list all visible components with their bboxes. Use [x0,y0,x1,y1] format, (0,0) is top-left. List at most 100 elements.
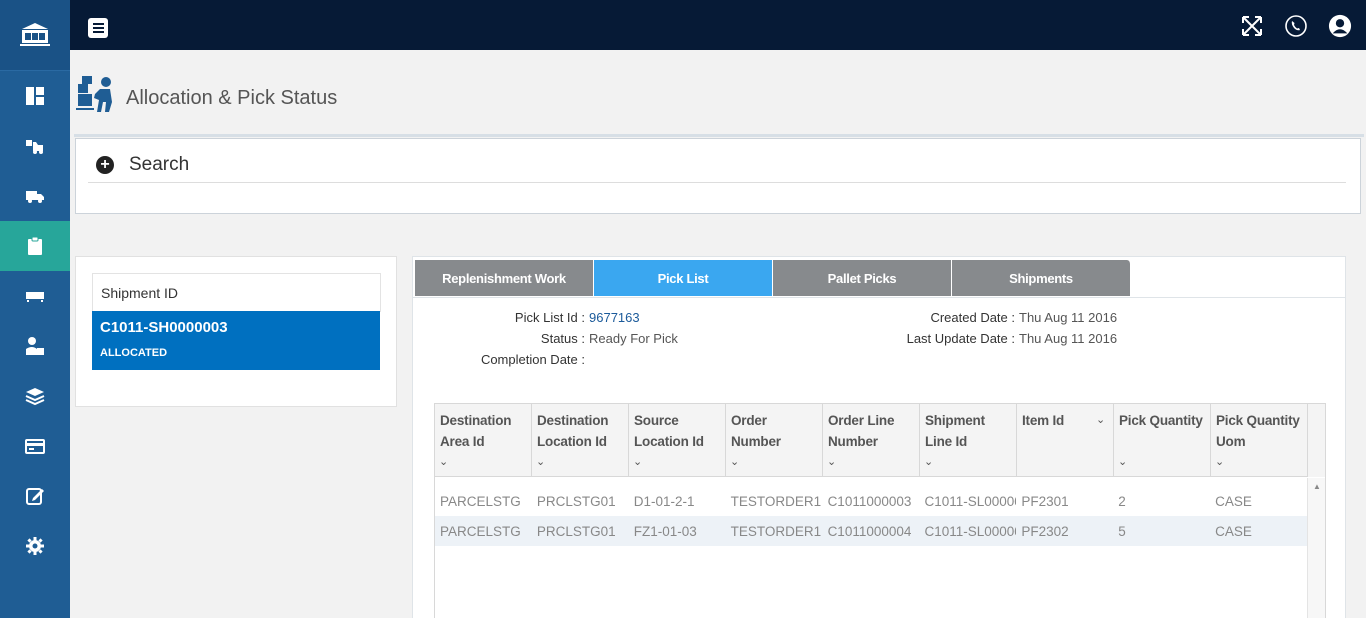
gear-icon [26,537,44,555]
tab-replenishment-work[interactable]: Replenishment Work [415,260,594,296]
shipment-id: C1011-SH0000003 [100,319,228,336]
sidebar-item-orders[interactable] [0,221,70,271]
menu-line [92,27,104,29]
sidebar-item-labor[interactable] [0,321,70,371]
grid-header: Destination Area Id ⌄ Destination Locatio… [435,404,1325,477]
chevron-down-icon: ⌄ [1215,456,1225,468]
created-date-label: Created Date : [930,310,1015,325]
completion-date-label: Completion Date : [480,352,585,367]
column-header-order-number[interactable]: Order Number ⌄ [726,404,823,477]
table-cell: C1011000003 [827,494,912,509]
grid-body: PARCELSTG PRCLSTG01 D1-01-2-1 TESTORDER1… [435,478,1307,546]
table-cell: PARCELSTG [440,524,521,539]
chevron-down-icon: ⌄ [730,456,740,468]
table-cell: PRCLSTG01 [536,494,616,509]
table-cell: C1011-SL00000 [924,494,1017,509]
column-header-pick-quantity[interactable]: Pick Quantity ⌄ [1114,404,1211,477]
vertical-scrollbar[interactable]: ▲ [1307,478,1325,618]
dock-icon [26,292,44,302]
column-title: Shipment Line Id [925,413,985,449]
sidebar-item-dock[interactable] [0,271,70,321]
sidebar-item-inventory[interactable] [0,371,70,421]
table-cell: CASE [1215,524,1252,539]
table-row[interactable]: PARCELSTG PRCLSTG01 D1-01-2-1 TESTORDER1… [435,486,1307,516]
column-header-destination-location[interactable]: Destination Location Id ⌄ [532,404,629,477]
column-header-item-id[interactable]: Item Id ⌄ [1017,404,1114,477]
column-title: Order Number [731,413,781,449]
menu-line [92,23,104,25]
column-header-shipment-line-id[interactable]: Shipment Line Id ⌄ [920,404,1017,477]
pick-list-id-value: 9677163 [589,310,640,325]
table-cell: FZ1-01-03 [633,524,697,539]
chevron-down-icon: ⌄ [827,456,837,468]
table-row[interactable]: PARCELSTG PRCLSTG01 FZ1-01-03 TESTORDER1… [435,516,1307,546]
sidebar-item-settings[interactable] [0,521,70,571]
table-cell: PRCLSTG01 [536,524,616,539]
chevron-down-icon: ⌄ [924,456,934,468]
sidebar-item-edit[interactable] [0,471,70,521]
table-cell: PF2302 [1021,524,1069,539]
search-toggle[interactable]: + Search [88,152,1346,183]
chevron-down-icon: ⌄ [439,456,449,468]
page-header: Allocation & Pick Status [74,72,1364,134]
tab-bar: Replenishment Work Pick List Pallet Pick… [415,260,1131,296]
column-title: Pick Quantity Uom [1216,413,1300,449]
page-title: Allocation & Pick Status [126,87,338,109]
sidebar-item-replenishment[interactable] [0,121,70,171]
phone-icon [1285,15,1307,37]
column-title: Destination Location Id [537,413,609,449]
dashboard-icon [26,87,44,105]
created-date-value: Thu Aug 11 2016 [1019,310,1118,325]
plus-circle-icon: + [96,156,114,174]
column-title: Source Location Id [634,413,704,449]
picker-icon [76,76,112,112]
truck-icon [26,191,44,203]
sidebar-item-dashboard[interactable] [0,71,70,121]
search-panel: + Search [75,138,1361,214]
column-title: Pick Quantity [1119,413,1203,428]
header-divider [74,134,1364,137]
sort-chevron-icon: ⌄ [1095,414,1105,426]
column-title: Item Id [1022,413,1065,428]
pick-list-grid: Destination Area Id ⌄ Destination Locatio… [434,403,1326,618]
user-button[interactable] [1328,14,1352,38]
header-scroll-spacer [1308,404,1325,477]
top-icons [1240,14,1352,38]
column-header-pick-quantity-uom[interactable]: Pick Quantity Uom ⌄ [1211,404,1308,477]
table-cell: C1011-SL00000 [924,524,1017,539]
warehouse-logo-icon [20,23,50,46]
sidebar [0,0,70,618]
shipment-panel: Shipment ID C1011-SH0000003 ALLOCATED [75,256,397,407]
status-label: Status : [540,331,585,346]
pick-list-id-label: Pick List Id : [514,310,585,325]
tab-pick-list[interactable]: Pick List [594,260,773,296]
fullscreen-button[interactable] [1240,14,1264,38]
sidebar-item-shipping[interactable] [0,171,70,221]
scroll-up-icon[interactable]: ▲ [1313,482,1321,491]
table-cell: CASE [1215,494,1252,509]
sidebar-item-billing[interactable] [0,421,70,471]
column-title: Destination Area Id [440,413,512,449]
top-bar [70,0,1366,50]
shipment-row[interactable]: C1011-SH0000003 ALLOCATED [92,311,380,370]
status-value: Ready For Pick [589,331,678,346]
table-cell: D1-01-2-1 [633,494,695,509]
menu-line [92,31,104,33]
chevron-down-icon: ⌄ [536,456,546,468]
column-header-source-location[interactable]: Source Location Id ⌄ [629,404,726,477]
shipment-column-header: Shipment ID [92,273,381,312]
forklift-icon [26,140,43,154]
table-cell: TESTORDER1 [730,494,822,509]
column-header-destination-area[interactable]: Destination Area Id ⌄ [435,404,532,477]
app-logo[interactable] [0,0,70,71]
phone-button[interactable] [1284,14,1308,38]
edit-icon [26,488,44,505]
menu-button[interactable] [88,18,108,38]
table-cell: TESTORDER1 [730,524,822,539]
tab-pallet-picks[interactable]: Pallet Picks [773,260,952,296]
tab-shipments[interactable]: Shipments [952,260,1131,296]
table-cell: 5 [1118,524,1126,539]
table-cell: C1011000004 [827,524,912,539]
column-header-order-line-number[interactable]: Order Line Number ⌄ [823,404,920,477]
search-label: Search [129,154,190,175]
